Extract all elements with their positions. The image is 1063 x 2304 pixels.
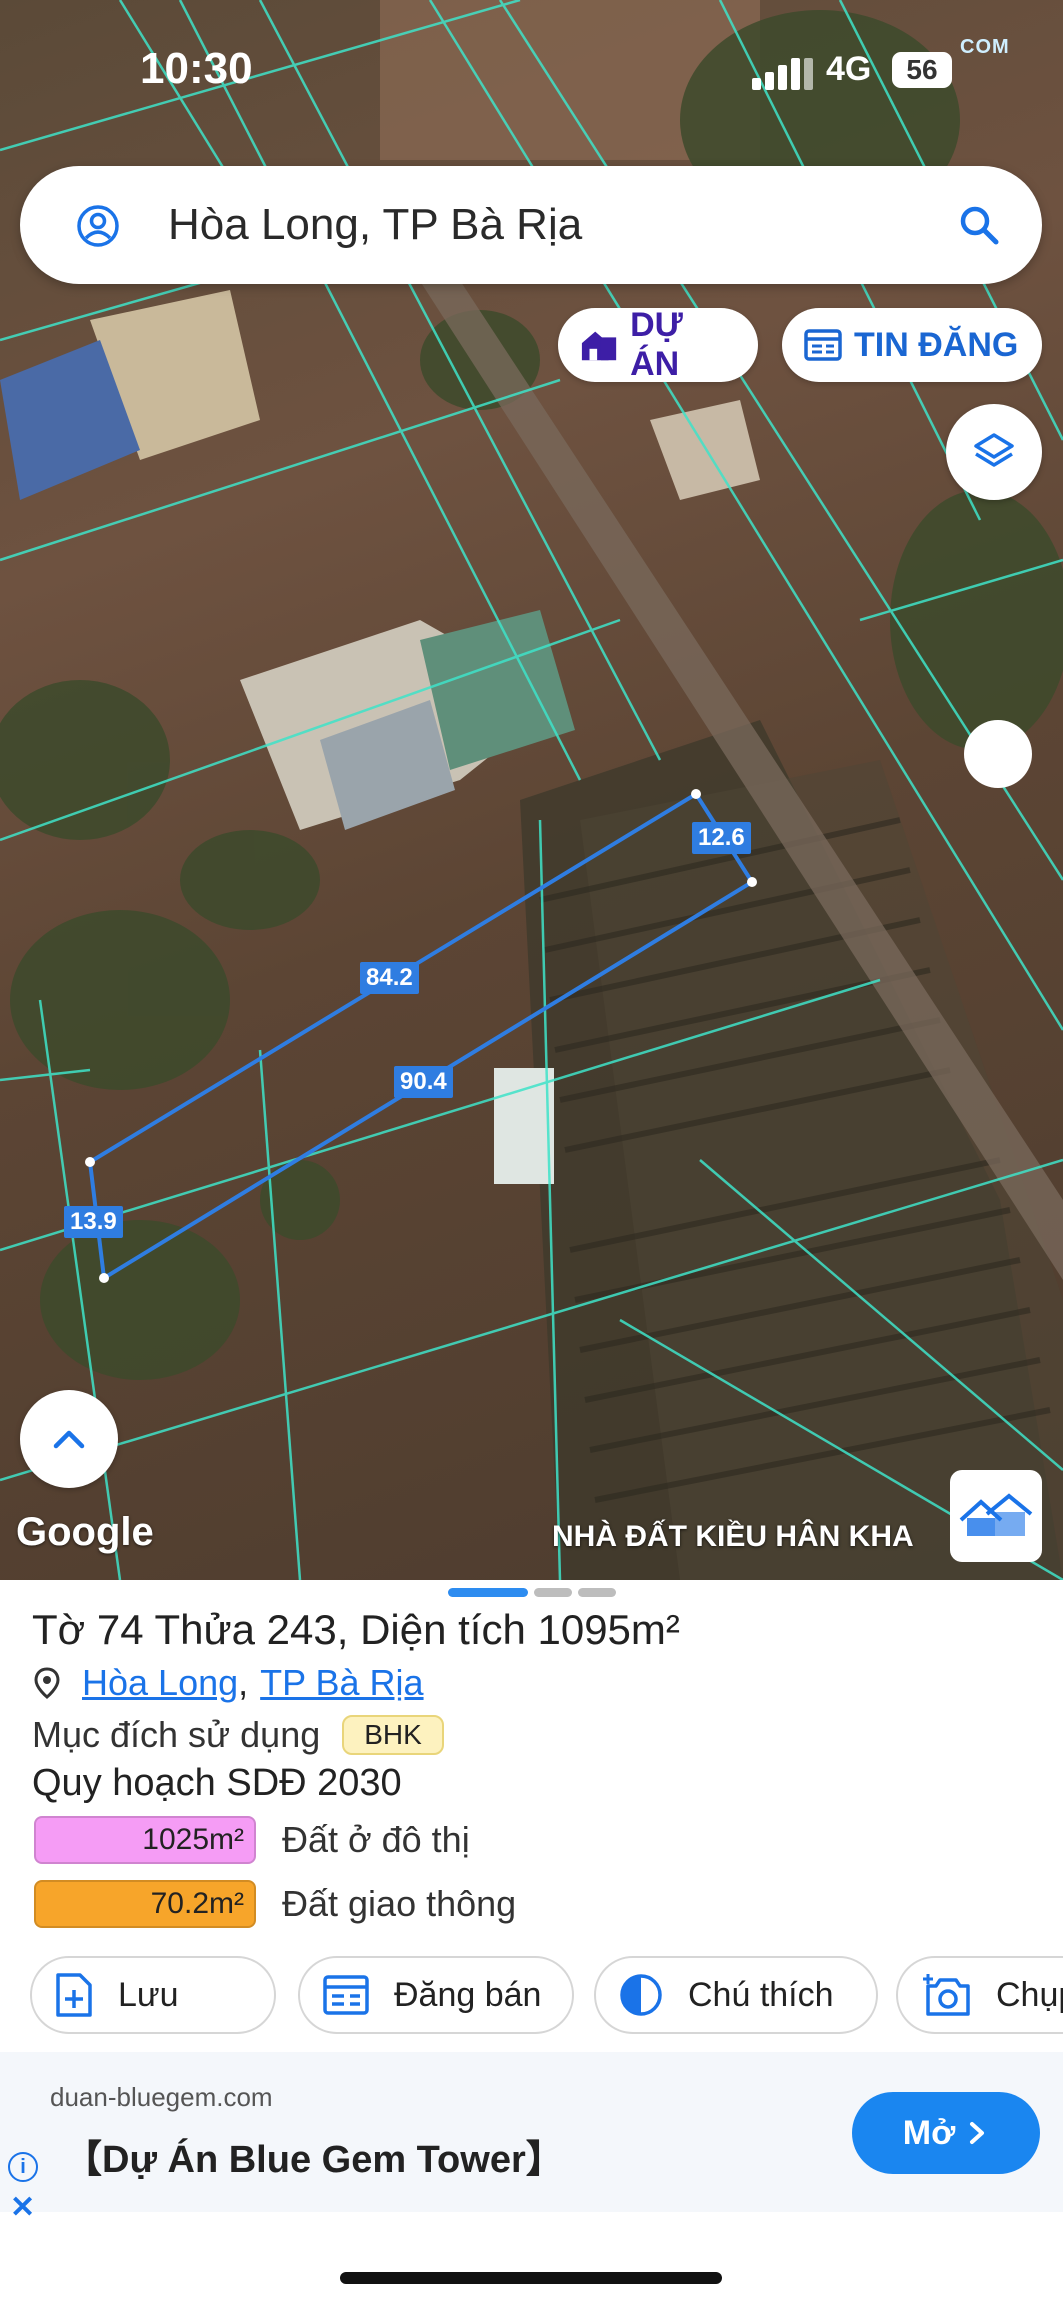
parcel-location: Hòa Long , TP Bà Rịa (34, 1662, 424, 1704)
ad-open-label: Mở (902, 2113, 956, 2152)
du-an-button[interactable]: DỰ ÁN (558, 306, 758, 383)
save-label: Lưu (118, 1975, 179, 2014)
ad-banner[interactable]: duan-bluegem.com 【Dự Án Blue Gem Tower】 … (0, 2052, 1063, 2224)
chevron-up-icon (53, 1430, 85, 1449)
plan-row: 70.2m² Đất giao thông (34, 1880, 516, 1928)
sheet-handle[interactable] (448, 1588, 528, 1597)
capture-label: Chụp (996, 1975, 1063, 2014)
ward-link[interactable]: Hòa Long (82, 1662, 238, 1704)
post-for-sale-button[interactable]: Đăng bán (298, 1956, 574, 2034)
search-icon[interactable] (956, 202, 1002, 248)
legend-label: Chú thích (688, 1975, 834, 2014)
dimension-label-long-bottom: 90.4 (394, 1066, 453, 1098)
watermark-text: NHÀ ĐẤT KIỀU HÂN KHA (552, 1520, 914, 1553)
satellite-map[interactable]: 12.6 84.2 90.4 13.9 10:30 4G 56 COM Hòa … (0, 0, 1063, 1580)
building-icon (581, 331, 617, 361)
search-query[interactable]: Hòa Long, TP Bà Rịa (168, 200, 582, 250)
add-file-icon (56, 1973, 92, 2017)
house-logo-icon (959, 1493, 1033, 1536)
ad-info-icon[interactable]: i (8, 2152, 38, 2182)
expand-sheet-button[interactable] (20, 1390, 118, 1488)
dimension-label-short-top: 12.6 (692, 822, 751, 854)
signal-icon (752, 58, 813, 90)
purpose-badge: BHK (342, 1715, 444, 1755)
search-bar[interactable]: Hòa Long, TP Bà Rịa (20, 166, 1042, 284)
status-time: 10:30 (140, 44, 253, 93)
chevron-right-icon (970, 2122, 985, 2144)
layers-icon (974, 433, 1014, 467)
listing-icon (323, 1975, 369, 2015)
ad-close-icon[interactable]: ✕ (10, 2190, 35, 2225)
google-logo: Google (16, 1510, 154, 1554)
ad-title[interactable]: 【Dự Án Blue Gem Tower】 (64, 2128, 564, 2183)
plan-row: 1025m² Đất ở đô thị (34, 1816, 470, 1864)
network-type: 4G (826, 50, 872, 88)
status-bar: 10:30 4G 56 COM (0, 0, 1063, 150)
dimension-label-long-top: 84.2 (360, 962, 419, 994)
contrast-icon (620, 1974, 662, 2016)
post-label: Đăng bán (394, 1975, 542, 2014)
action-bar: Lưu Đăng bán Chú thích Chụ (30, 1956, 1063, 2036)
ad-domain: duan-bluegem.com (50, 2082, 273, 2112)
location-separator: , (238, 1662, 249, 1703)
camera-icon (923, 1974, 970, 2016)
battery-indicator: 56 (892, 52, 952, 88)
home-indicator (340, 2272, 722, 2284)
tin-dang-label: TIN ĐĂNG (854, 325, 1019, 364)
du-an-label: DỰ ÁN (630, 306, 683, 383)
tin-dang-button[interactable]: TIN ĐĂNG (782, 308, 1042, 382)
location-pin-icon (34, 1667, 60, 1699)
plan-title: Quy hoạch SDĐ 2030 (32, 1762, 402, 1804)
account-icon[interactable] (76, 204, 120, 248)
layers-button[interactable] (946, 404, 1042, 500)
land-use-purpose: Mục đích sử dụng BHK (32, 1714, 444, 1756)
watermark-logo (950, 1470, 1042, 1562)
plan-label: Đất ở đô thị (282, 1819, 470, 1860)
parcel-info-sheet: Tờ 74 Thửa 243, Diện tích 1095m² Hòa Lon… (0, 1580, 1063, 2304)
plan-area-swatch: 70.2m² (34, 1880, 256, 1928)
purpose-label: Mục đích sử dụng (32, 1714, 321, 1755)
dimension-label-short-left: 13.9 (64, 1206, 123, 1238)
ad-open-button[interactable]: Mở (852, 2092, 1040, 2174)
capture-button[interactable]: Chụp (896, 1956, 1063, 2034)
save-button[interactable]: Lưu (30, 1956, 276, 2034)
parcel-title: Tờ 74 Thửa 243, Diện tích 1095m² (32, 1606, 680, 1653)
plan-label: Đất giao thông (282, 1883, 517, 1924)
watermark-top: COM (960, 36, 1010, 58)
sheet-handle-dot (534, 1588, 572, 1597)
legend-button[interactable]: Chú thích (594, 1956, 878, 2034)
plan-area-swatch: 1025m² (34, 1816, 256, 1864)
listing-icon (804, 329, 842, 361)
city-link[interactable]: TP Bà Rịa (260, 1662, 423, 1704)
sheet-handle-dot (578, 1588, 616, 1597)
map-control-dot[interactable] (964, 720, 1032, 788)
